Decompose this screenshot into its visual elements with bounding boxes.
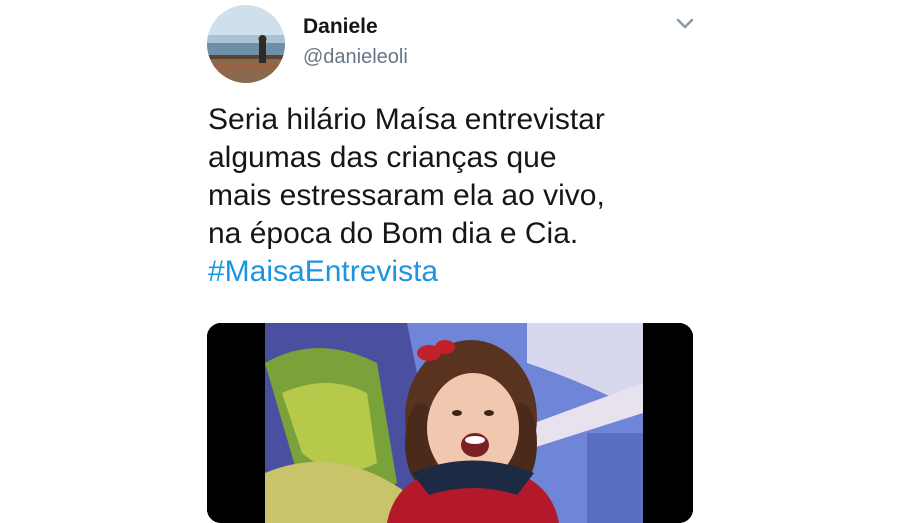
tweet-text-line: na época do Bom dia e Cia.: [208, 217, 579, 250]
author-name[interactable]: Daniele: [303, 15, 378, 39]
hashtag-link[interactable]: #MaisaEntrevista: [208, 253, 678, 291]
tweet-text-line: Seria hilário Maísa entrevistar: [208, 103, 605, 136]
author-handle[interactable]: @danieleoli: [303, 46, 408, 69]
tweet-media-video[interactable]: [207, 323, 693, 523]
tweet-text-line: mais estressaram ela ao vivo,: [208, 179, 605, 212]
tweet-text-line: algumas das crianças que: [208, 141, 557, 174]
video-frame: [207, 323, 693, 523]
tweet-text: Seria hilário Maísa entrevistar algumas …: [208, 101, 678, 291]
chevron-down-icon[interactable]: [672, 14, 698, 34]
avatar[interactable]: [207, 5, 285, 83]
avatar-photo: [207, 5, 285, 83]
